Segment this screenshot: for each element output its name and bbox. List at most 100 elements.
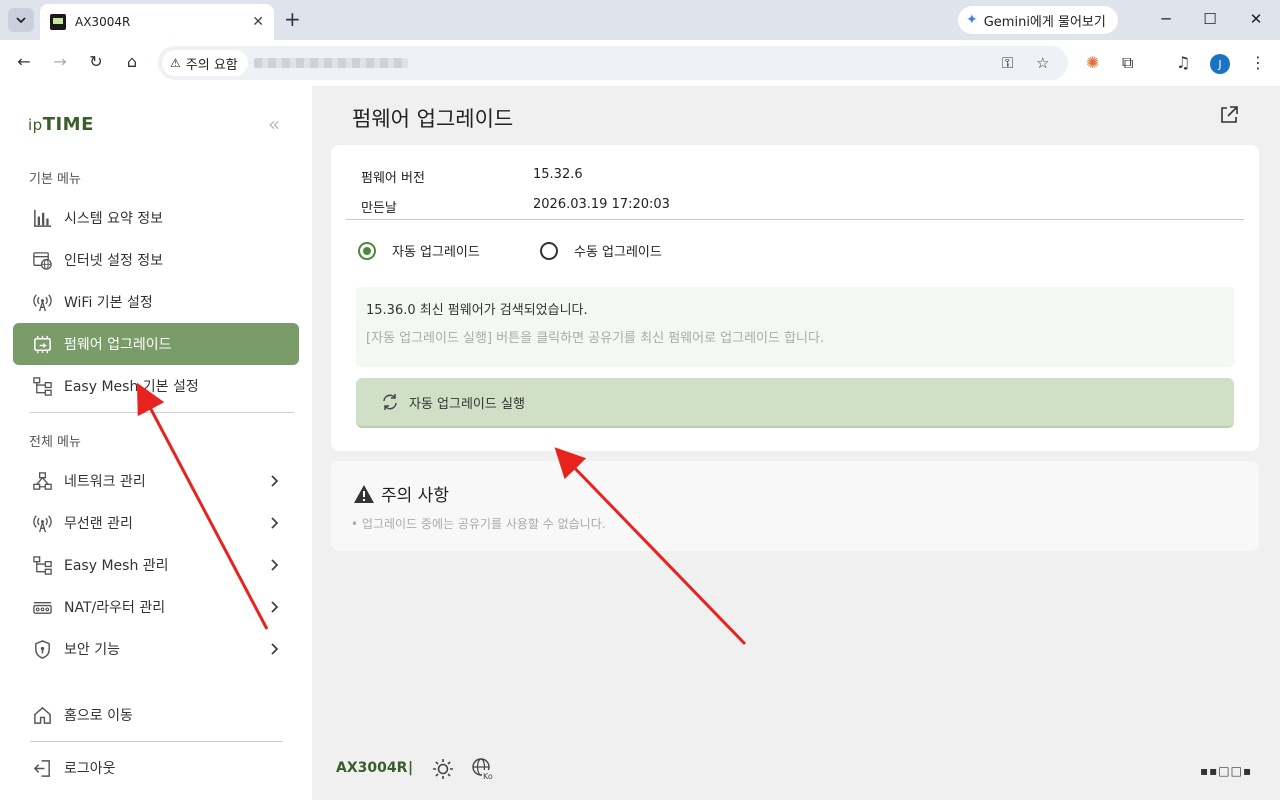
key-icon[interactable]: ⚿: [1002, 54, 1013, 72]
sidebar-item-label: Easy Mesh 기본 설정: [64, 379, 199, 395]
section-label-basic: 기본 메뉴: [29, 172, 81, 187]
chevron-right-icon: [271, 601, 279, 613]
language-code: Ko: [483, 772, 493, 781]
notice-instruction: [자동 업그레이드 실행] 버튼을 클릭하면 공유기를 최신 펌웨어로 업그레이…: [366, 331, 825, 346]
extension-sun-icon[interactable]: ✺: [1086, 53, 1099, 72]
warning-triangle-icon: ⚠: [170, 56, 181, 70]
collapse-sidebar-icon[interactable]: «: [268, 112, 280, 136]
sidebar-item-label: Easy Mesh 관리: [64, 558, 169, 574]
sidebar-item-label: 홈으로 이동: [64, 708, 133, 724]
sidebar-item-label: NAT/라우터 관리: [64, 600, 166, 616]
sidebar-item-wireless[interactable]: 무선랜 관리: [13, 502, 299, 544]
warning-triangle-icon: [354, 484, 374, 503]
footer-separator: |: [408, 760, 414, 776]
radio-manual-upgrade[interactable]: 수동 업그레이드: [540, 241, 662, 260]
sidebar-item-label: 인터넷 설정 정보: [64, 253, 164, 269]
network-icon: [31, 470, 53, 492]
card-divider: [346, 219, 1244, 220]
sidebar-item-label: 펌웨어 업그레이드: [64, 337, 172, 353]
browser-toolbar: ← → ↻ ⌂ ⚠ 주의 요함 ⚿ ☆ ✺ ⧉ ♫ ⋮: [0, 40, 1280, 86]
radio-checked-indicator: [358, 241, 376, 260]
caution-description: • 업그레이드 중에는 공유기를 사용할 수 없습니다.: [351, 517, 606, 531]
mesh-tree-icon: [31, 375, 53, 397]
sidebar-item-security[interactable]: 보안 기능: [13, 628, 299, 670]
chevron-down-icon: [16, 17, 26, 24]
gemini-button[interactable]: ✦ Gemini에게 물어보기: [958, 6, 1118, 34]
forward-arrow-icon[interactable]: →: [50, 52, 70, 71]
sidebar-item-label: WiFi 기본 설정: [64, 295, 153, 311]
radio-auto-label: 자동 업그레이드: [392, 245, 480, 260]
page-title: 펌웨어 업그레이드: [352, 107, 514, 131]
router-icon: [31, 596, 53, 618]
caution-title: 주의 사항: [381, 486, 449, 506]
sidebar-item-easymesh-basic[interactable]: Easy Mesh 기본 설정: [13, 365, 299, 407]
share-export-icon[interactable]: [1218, 104, 1240, 126]
sidebar-item-label: 네트워크 관리: [64, 474, 146, 490]
sidebar-item-label: 로그아웃: [64, 761, 116, 777]
firmware-version-value: 15.32.6: [533, 167, 583, 182]
sidebar-item-label: 시스템 요약 정보: [64, 211, 164, 227]
radio-auto-upgrade[interactable]: 자동 업그레이드: [358, 241, 480, 260]
sidebar: ipTIME « 기본 메뉴 시스템 요약 정보 인터넷 설정 정보 WiFi …: [0, 86, 312, 800]
bar-chart-icon: [31, 207, 53, 229]
blurred-url: [254, 58, 408, 68]
address-bar[interactable]: ⚠ 주의 요함 ⚿ ☆: [158, 46, 1068, 80]
sidebar-item-home[interactable]: 홈으로 이동: [13, 694, 299, 736]
build-date-value: 2026.03.19 17:20:03: [533, 197, 670, 212]
back-arrow-icon[interactable]: ←: [14, 52, 34, 71]
mesh-tree-icon: [31, 554, 53, 576]
firmware-chip-icon: [31, 333, 53, 355]
footer-grid-icon[interactable]: ▪▪□□▪: [1200, 764, 1252, 778]
chevron-right-icon: [271, 643, 279, 655]
bookmark-star-icon[interactable]: ☆: [1036, 54, 1049, 72]
iptime-logo[interactable]: ipTIME: [28, 114, 94, 135]
extensions-puzzle-icon[interactable]: ⧉: [1122, 53, 1133, 73]
chevron-right-icon: [271, 517, 279, 529]
shield-icon: [31, 638, 53, 660]
security-status-chip[interactable]: ⚠ 주의 요함: [162, 50, 248, 76]
media-control-icon[interactable]: ♫: [1176, 53, 1190, 72]
sidebar-item-label: 무선랜 관리: [64, 516, 133, 532]
more-menu-icon[interactable]: ⋮: [1250, 53, 1266, 72]
tab-search-button[interactable]: [8, 8, 34, 32]
sidebar-item-label: 보안 기능: [64, 642, 120, 658]
firmware-card: 펌웨어 버전 15.32.6 만든날 2026.03.19 17:20:03 자…: [331, 145, 1259, 451]
sidebar-item-system-summary[interactable]: 시스템 요약 정보: [13, 197, 299, 239]
reload-icon[interactable]: ↻: [86, 52, 106, 71]
section-label-all: 전체 메뉴: [29, 435, 81, 450]
router-favicon-icon: [50, 14, 66, 30]
close-window-icon[interactable]: ✕: [1246, 10, 1266, 28]
browser-tab-bar: AX3004R ✕ + ✦ Gemini에게 물어보기 ─ ☐ ✕: [0, 0, 1280, 40]
update-notice: 15.36.0 최신 펌웨어가 검색되었습니다. [자동 업그레이드 실행] 버…: [356, 287, 1234, 367]
caution-card: 주의 사항 • 업그레이드 중에는 공유기를 사용할 수 없습니다.: [331, 461, 1259, 551]
build-date-label: 만든날: [361, 201, 397, 216]
gemini-sparkle-icon: ✦: [966, 12, 978, 28]
maximize-window-icon[interactable]: ☐: [1200, 10, 1220, 28]
sidebar-item-wifi-basic[interactable]: WiFi 기본 설정: [13, 281, 299, 323]
sidebar-item-internet-settings[interactable]: 인터넷 설정 정보: [13, 239, 299, 281]
sidebar-item-logout[interactable]: 로그아웃: [13, 747, 299, 789]
run-auto-upgrade-button[interactable]: 자동 업그레이드 실행: [356, 378, 1234, 428]
sidebar-item-nat-router[interactable]: NAT/라우터 관리: [13, 586, 299, 628]
gemini-label: Gemini에게 물어보기: [983, 14, 1106, 30]
router-admin-page: ipTIME « 기본 메뉴 시스템 요약 정보 인터넷 설정 정보 WiFi …: [0, 86, 1280, 800]
radio-manual-label: 수동 업그레이드: [574, 245, 662, 260]
sidebar-divider-bottom: [30, 741, 283, 742]
brightness-sun-icon[interactable]: [431, 757, 455, 781]
minimize-window-icon[interactable]: ─: [1156, 10, 1176, 28]
notice-new-version: 15.36.0 최신 펌웨어가 검색되었습니다.: [366, 303, 588, 318]
globe-window-icon: [31, 249, 53, 271]
sidebar-item-easymesh-manage[interactable]: Easy Mesh 관리: [13, 544, 299, 586]
profile-avatar[interactable]: J: [1210, 54, 1230, 74]
home-icon[interactable]: ⌂: [122, 52, 142, 71]
close-tab-icon[interactable]: ✕: [252, 14, 264, 30]
new-tab-button[interactable]: +: [284, 9, 301, 29]
tab-title: AX3004R: [75, 15, 131, 29]
sidebar-item-network[interactable]: 네트워크 관리: [13, 460, 299, 502]
language-globe-icon[interactable]: Ko: [471, 757, 495, 781]
chevron-right-icon: [271, 559, 279, 571]
run-button-label: 자동 업그레이드 실행: [409, 396, 525, 412]
sidebar-item-firmware-upgrade[interactable]: 펌웨어 업그레이드: [13, 323, 299, 365]
chevron-right-icon: [271, 475, 279, 487]
browser-tab-active[interactable]: AX3004R ✕: [40, 4, 274, 40]
